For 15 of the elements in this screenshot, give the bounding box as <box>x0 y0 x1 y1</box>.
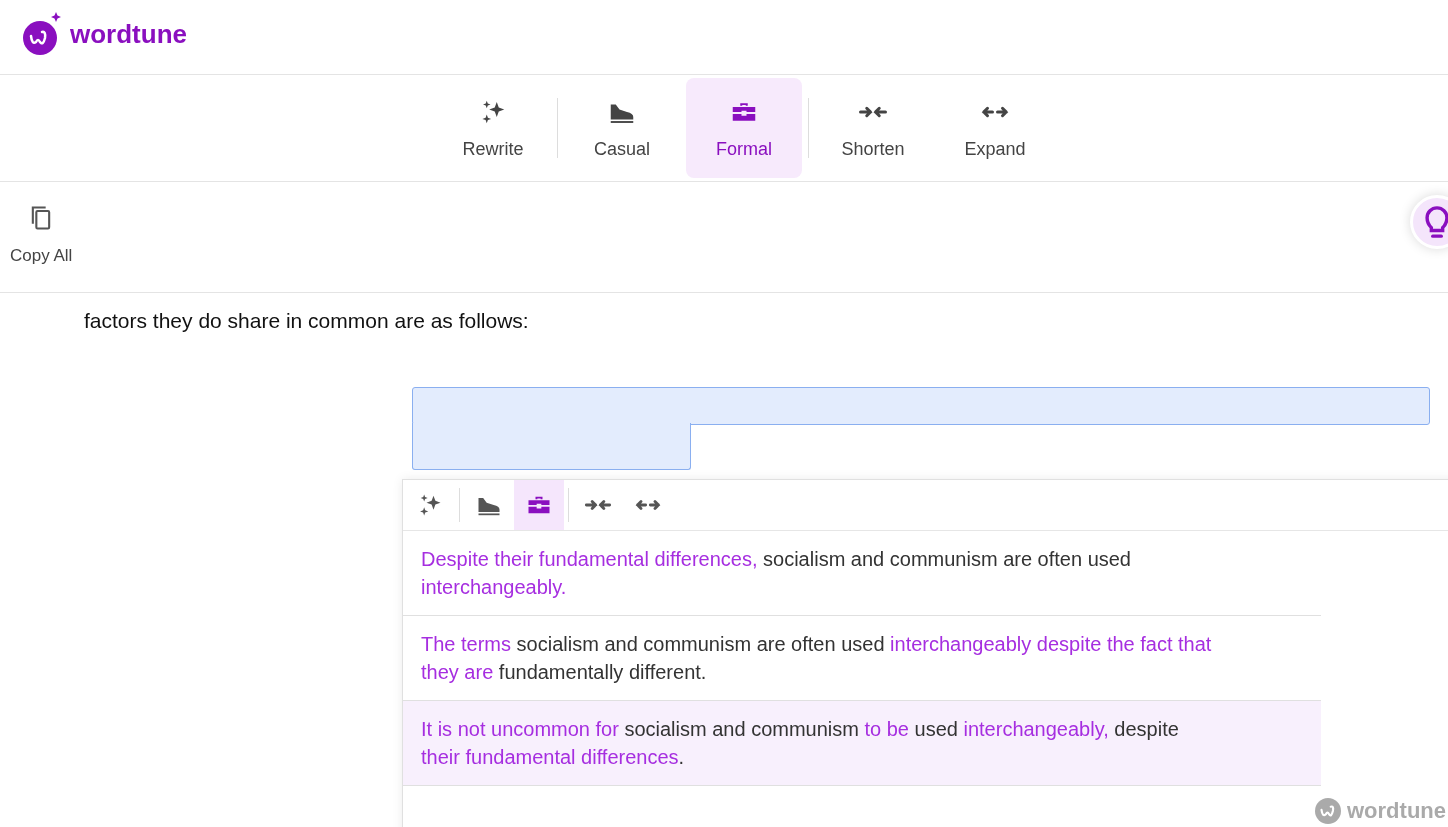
suggestion-item[interactable]: Despite their fundamental differences, socialism and communism are often used interchangeably. <box>403 531 1321 616</box>
logo-text: wordtune <box>1347 798 1446 824</box>
tool-tab[interactable]: Rewrite <box>435 78 551 178</box>
logo-icon <box>22 12 62 56</box>
document-text: factors they do share in common are as follows: <box>84 309 530 333</box>
logo-text: wordtune <box>70 19 187 50</box>
logo-icon <box>1315 798 1341 824</box>
tool-tab[interactable]: Expand <box>937 78 1053 178</box>
tool-tab[interactable]: Casual <box>564 78 680 178</box>
lightbulb-button[interactable] <box>1410 195 1448 249</box>
mode-button[interactable] <box>514 480 564 530</box>
tool-tab[interactable]: Shorten <box>815 78 931 178</box>
tool-tab[interactable]: Formal <box>686 78 802 178</box>
suggestion-item[interactable]: It is not uncommon for socialism and communism to be used interchangeably, despite their fundamental differences. <box>403 701 1321 786</box>
copy-all-button[interactable]: Copy All <box>8 202 75 268</box>
